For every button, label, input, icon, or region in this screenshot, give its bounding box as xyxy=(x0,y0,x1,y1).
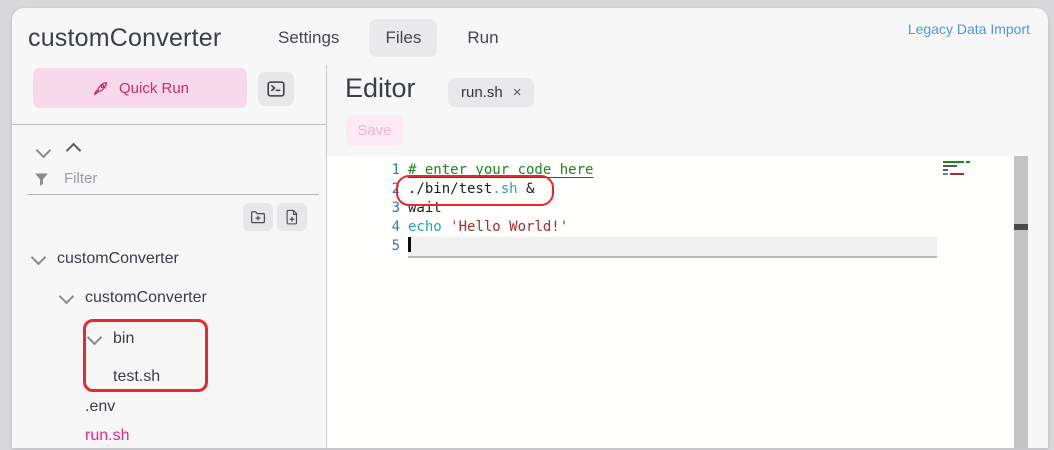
code-token-comment: # enter your code here xyxy=(408,162,593,178)
tree-item-label: test.sh xyxy=(113,368,160,386)
quick-run-button[interactable]: Quick Run xyxy=(33,68,247,108)
open-file-tab-name: run.sh xyxy=(461,84,503,101)
new-file-button[interactable] xyxy=(277,203,307,231)
tree-item-label: bin xyxy=(113,330,134,348)
tree-item-customconverter[interactable]: customConverter xyxy=(61,289,207,307)
tab-settings[interactable]: Settings xyxy=(262,19,355,57)
line-number: 1 xyxy=(327,161,400,180)
tree-collapse-controls xyxy=(38,145,79,156)
tab-files[interactable]: Files xyxy=(369,19,437,57)
legacy-data-import-link[interactable]: Legacy Data Import xyxy=(908,21,1030,37)
filter-input[interactable] xyxy=(62,169,296,188)
code-token-plain: & xyxy=(518,181,535,197)
editor-scrollbar[interactable] xyxy=(1014,156,1028,448)
chevron-down-icon[interactable] xyxy=(36,143,52,159)
editor-heading: Editor xyxy=(345,73,416,104)
editor-pane: Editor run.sh × Save 1 # enter your code … xyxy=(327,65,1048,448)
new-folder-button[interactable] xyxy=(243,203,273,231)
tree-item-customconverter[interactable]: customConverter xyxy=(33,250,179,268)
code-line-1[interactable]: 1 # enter your code here xyxy=(327,161,593,180)
filter-input-underline xyxy=(27,194,319,195)
rocket-icon xyxy=(91,79,110,98)
app-title: customConverter xyxy=(28,24,221,53)
line-number: 4 xyxy=(327,218,400,237)
app-card: customConverter Settings Files Run Legacy … xyxy=(12,8,1048,448)
new-folder-icon xyxy=(249,208,267,226)
terminal-button[interactable] xyxy=(258,72,294,106)
tab-run[interactable]: Run xyxy=(451,19,514,57)
code-line-content: # enter your code here xyxy=(408,161,593,180)
code-line-content: echo 'Hello World!' xyxy=(408,218,568,237)
code-token-plain xyxy=(442,219,450,235)
header-tabs: Settings Files Run xyxy=(262,18,515,58)
terminal-icon xyxy=(265,78,287,100)
tree-item--env[interactable]: .env xyxy=(85,398,115,416)
tree-item-run-sh[interactable]: run.sh xyxy=(85,427,129,445)
code-line-content: wait xyxy=(408,199,442,218)
code-line-4[interactable]: 4 echo 'Hello World!' xyxy=(327,218,568,237)
line-number: 5 xyxy=(327,237,400,256)
filter-funnel-icon xyxy=(33,171,50,188)
text-cursor xyxy=(408,237,411,252)
open-file-tab[interactable]: run.sh × xyxy=(448,78,534,107)
chevron-down-icon[interactable] xyxy=(59,289,75,305)
line-number: 2 xyxy=(327,180,400,199)
new-file-icon xyxy=(283,208,301,226)
code-token-builtin: echo xyxy=(408,219,442,235)
editor-scrollbar-handle[interactable] xyxy=(1014,224,1028,230)
tree-item-test-sh[interactable]: test.sh xyxy=(113,368,160,386)
code-line-content xyxy=(408,237,937,258)
tree-item-label: run.sh xyxy=(85,427,129,445)
code-editor[interactable]: 1# enter your code here2./bin/test.sh &3… xyxy=(327,156,1014,448)
quick-run-label: Quick Run xyxy=(119,80,189,97)
minimap[interactable] xyxy=(943,161,970,179)
code-line-5[interactable]: 5 xyxy=(327,237,937,256)
chevron-down-icon[interactable] xyxy=(87,330,103,346)
code-line-3[interactable]: 3 wait xyxy=(327,199,442,218)
code-line-2[interactable]: 2 ./bin/test.sh & xyxy=(327,180,534,199)
chevron-down-icon[interactable] xyxy=(31,250,47,266)
tree-item-bin[interactable]: bin xyxy=(89,330,134,348)
tree-item-label: .env xyxy=(85,398,115,416)
code-line-content: ./bin/test.sh & xyxy=(408,180,534,199)
app-window: customConverter Settings Files Run Legacy … xyxy=(0,0,1054,450)
sidebar-divider xyxy=(12,124,326,125)
tree-item-label: customConverter xyxy=(57,250,179,268)
line-number: 3 xyxy=(327,199,400,218)
close-tab-icon[interactable]: × xyxy=(513,84,522,101)
save-button[interactable]: Save xyxy=(346,115,403,146)
code-token-string: 'Hello World!' xyxy=(450,219,568,235)
tree-item-label: customConverter xyxy=(85,289,207,307)
code-token-type: .sh xyxy=(492,181,517,197)
code-token-plain: wait xyxy=(408,200,442,216)
sidebar: Quick Run xyxy=(12,65,327,448)
code-token-plain: ./bin/test xyxy=(408,181,492,197)
chevron-up-icon[interactable] xyxy=(66,143,82,159)
